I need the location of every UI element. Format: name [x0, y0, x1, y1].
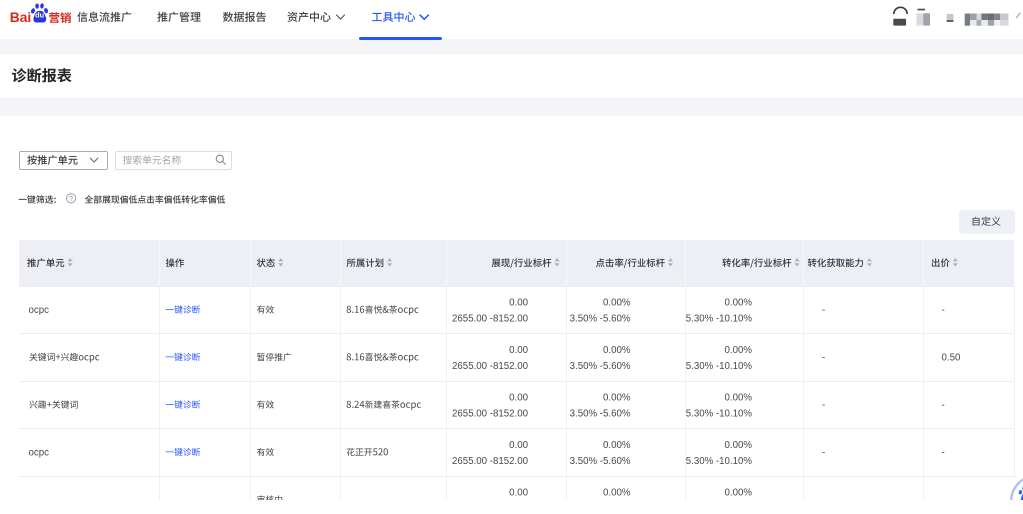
svg-text:5.30% -10.10%: 5.30% -10.10%	[686, 361, 753, 372]
svg-text:0.00%: 0.00%	[603, 393, 631, 404]
svg-text:5.30% -10.10%: 5.30% -10.10%	[686, 314, 753, 325]
svg-text:du: du	[35, 11, 45, 20]
svg-text:0.00: 0.00	[509, 393, 528, 404]
svg-text:0.00%: 0.00%	[725, 298, 753, 309]
svg-text:0.00%: 0.00%	[725, 345, 753, 356]
svg-text:3.50% -5.60%: 3.50% -5.60%	[570, 409, 631, 420]
svg-text:5.30% -10.10%: 5.30% -10.10%	[686, 409, 753, 420]
svg-text:3.50% -5.60%: 3.50% -5.60%	[570, 361, 631, 372]
svg-text:2655.00 -8152.00: 2655.00 -8152.00	[452, 456, 529, 467]
svg-text:0.00%: 0.00%	[603, 345, 631, 356]
svg-text:0.00: 0.00	[509, 488, 528, 499]
svg-text:-: -	[822, 447, 825, 458]
svg-text:0.00%: 0.00%	[603, 488, 631, 499]
svg-text:2655.00 -8152.00: 2655.00 -8152.00	[452, 361, 529, 372]
svg-text:-: -	[822, 352, 825, 363]
svg-text:0.00%: 0.00%	[725, 393, 753, 404]
svg-text:-: -	[942, 447, 945, 458]
svg-text:2655.00 -8152.00: 2655.00 -8152.00	[452, 409, 529, 420]
svg-text:0.00: 0.00	[509, 345, 528, 356]
svg-text:2655.00 -8152.00: 2655.00 -8152.00	[452, 314, 529, 325]
svg-text:-: -	[822, 305, 825, 316]
svg-text:Bai: Bai	[10, 10, 31, 25]
svg-text:ocpc: ocpc	[29, 447, 50, 458]
svg-text:-: -	[822, 400, 825, 411]
svg-text:ocpc: ocpc	[29, 305, 50, 316]
svg-text:0.00: 0.00	[509, 298, 528, 309]
svg-text:3.50% -5.60%: 3.50% -5.60%	[570, 456, 631, 467]
svg-text:-: -	[942, 400, 945, 411]
svg-text:5.30% -10.10%: 5.30% -10.10%	[686, 456, 753, 467]
svg-text:0.00%: 0.00%	[603, 440, 631, 451]
svg-text:0.50: 0.50	[942, 352, 961, 363]
svg-text:0.00%: 0.00%	[725, 488, 753, 499]
svg-text:-: -	[942, 305, 945, 316]
svg-text:0.00: 0.00	[509, 440, 528, 451]
svg-text:0.00%: 0.00%	[725, 440, 753, 451]
svg-text:3.50% -5.60%: 3.50% -5.60%	[570, 314, 631, 325]
svg-text:?: ?	[69, 196, 73, 203]
svg-text:0.00%: 0.00%	[603, 298, 631, 309]
